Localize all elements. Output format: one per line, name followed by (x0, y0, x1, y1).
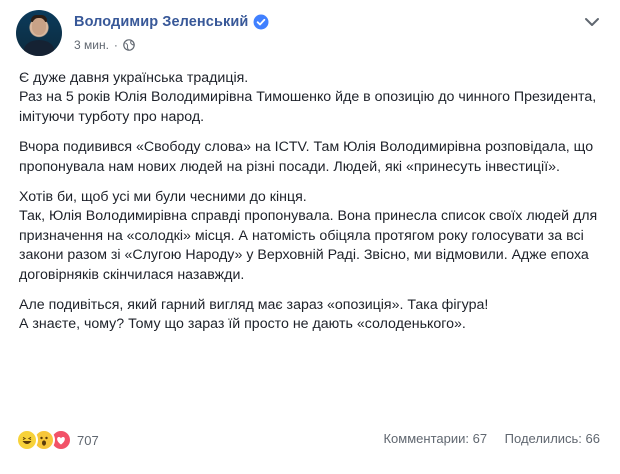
author-avatar[interactable] (16, 10, 62, 56)
reaction-count: 707 (77, 432, 99, 448)
post-footer: 707 Комментарии: 67 Поделились: 66 (16, 429, 604, 451)
post-body: Є дуже давня українська традиція. Раз на… (19, 69, 604, 346)
chevron-down-icon[interactable] (584, 16, 600, 28)
post-paragraph: Є дуже давня українська традиція. Раз на… (19, 70, 597, 125)
reactions-summary[interactable]: 707 (16, 429, 99, 451)
author-name-link[interactable]: Володимир Зеленський (74, 14, 248, 30)
verified-badge-icon (253, 14, 269, 30)
post-paragraph: Хотів би, щоб усі ми були чесними до кін… (19, 189, 598, 283)
avatar-face (32, 18, 46, 35)
author-row: Володимир Зеленський (74, 14, 269, 30)
shares-count-link[interactable]: Поделились: 66 (505, 431, 600, 446)
engagement-stats: Комментарии: 67 Поделились: 66 (369, 431, 600, 446)
haha-icon (16, 429, 38, 451)
post-meta: 3 мин. · (74, 38, 135, 52)
globe-icon[interactable] (123, 39, 135, 51)
comments-count-link[interactable]: Комментарии: 67 (383, 431, 487, 446)
post-header: Володимир Зеленський 3 мин. · (16, 10, 604, 62)
post-paragraph: Вчора подивився «Свободу слова» на ICTV.… (19, 139, 594, 175)
post-paragraph: Але подивіться, який гарний вигляд має з… (19, 297, 489, 333)
meta-separator: · (113, 38, 118, 52)
post-timestamp[interactable]: 3 мин. (74, 38, 109, 52)
avatar-suit (24, 40, 54, 56)
